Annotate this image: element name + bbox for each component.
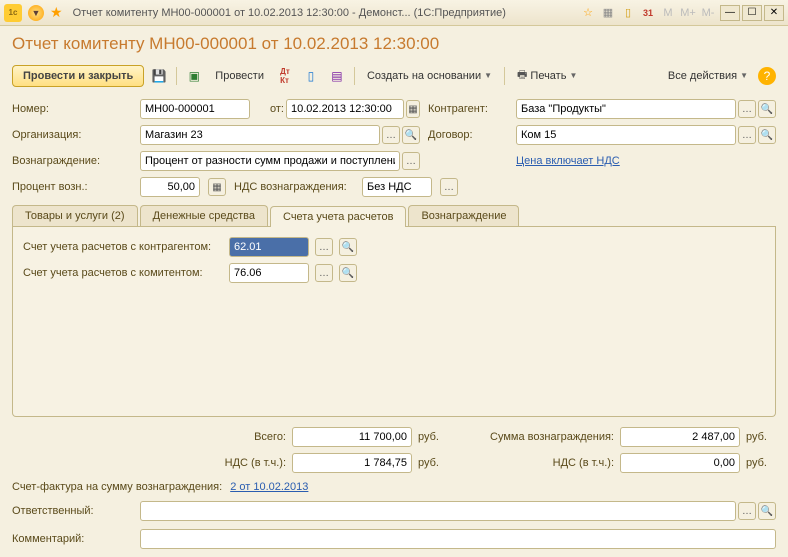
tabs: Товары и услуги (2) Денежные средства Сч…: [12, 205, 776, 227]
nav-back-button[interactable]: ▼: [28, 5, 44, 21]
price-includes-vat-link[interactable]: Цена включает НДС: [516, 155, 620, 167]
tab-fee[interactable]: Вознаграждение: [408, 205, 519, 226]
post-and-close-button[interactable]: Провести и закрыть: [12, 65, 144, 87]
vat2-input[interactable]: [620, 453, 740, 473]
search-icon[interactable]: 🔍: [339, 238, 357, 256]
total-input[interactable]: [292, 427, 412, 447]
print-button[interactable]: 🖶Печать▼: [511, 62, 583, 89]
contract-input[interactable]: [516, 125, 736, 145]
search-icon[interactable]: 🔍: [339, 264, 357, 282]
acct1-input[interactable]: [229, 237, 309, 257]
fee-sum-input[interactable]: [620, 427, 740, 447]
m-plus-button[interactable]: М+: [680, 5, 696, 21]
search-icon[interactable]: 🔍: [758, 126, 776, 144]
search-icon[interactable]: 🔍: [758, 502, 776, 520]
grid-icon[interactable]: ▦: [600, 5, 616, 21]
responsible-input[interactable]: [140, 501, 736, 521]
acct2-label: Счет учета расчетов с комитентом:: [23, 267, 223, 279]
comment-label: Комментарий:: [12, 533, 132, 545]
comment-input[interactable]: [140, 529, 776, 549]
tab-accounts[interactable]: Счета учета расчетов: [270, 206, 406, 227]
search-icon[interactable]: 🔍: [402, 126, 420, 144]
window-title: Отчет комитенту МН00-000001 от 10.02.201…: [67, 7, 578, 19]
list-icon[interactable]: ▤: [326, 65, 348, 87]
search-icon[interactable]: 🔍: [758, 100, 776, 118]
select-icon[interactable]: …: [738, 100, 756, 118]
calc-icon[interactable]: ▯: [620, 5, 636, 21]
favorite-icon[interactable]: ★: [50, 4, 63, 21]
calendar-picker-icon[interactable]: ▦: [406, 100, 420, 118]
doc-icon[interactable]: ▯: [300, 65, 322, 87]
total-label: Всего:: [196, 431, 286, 443]
minimize-button[interactable]: —: [720, 5, 740, 21]
invoice-label: Счет-фактура на сумму вознаграждения:: [12, 481, 222, 493]
toolbar: Провести и закрыть 💾 ▣ Провести ДтКт ▯ ▤…: [12, 62, 776, 89]
post-button[interactable]: Провести: [209, 66, 270, 86]
post-icon[interactable]: ▣: [183, 65, 205, 87]
tab-body: Счет учета расчетов с контрагентом: … 🔍 …: [12, 227, 776, 417]
select-icon[interactable]: …: [382, 126, 400, 144]
vat-input[interactable]: [292, 453, 412, 473]
select-icon[interactable]: …: [315, 238, 333, 256]
vat-fee-input[interactable]: [362, 177, 432, 197]
tab-goods[interactable]: Товары и услуги (2): [12, 205, 138, 226]
vat2-label: НДС (в т.ч.):: [454, 457, 614, 469]
dtkt-icon[interactable]: ДтКт: [274, 65, 296, 87]
calendar-icon[interactable]: 31: [640, 5, 656, 21]
fee-sum-label: Сумма вознаграждения:: [454, 431, 614, 443]
select-icon[interactable]: …: [315, 264, 333, 282]
titlebar: 1c ▼ ★ Отчет комитенту МН00-000001 от 10…: [0, 0, 788, 26]
fee-label: Вознаграждение:: [12, 155, 132, 167]
fee-input[interactable]: [140, 151, 400, 171]
number-label: Номер:: [12, 103, 132, 115]
page-title: Отчет комитенту МН00-000001 от 10.02.201…: [12, 34, 776, 54]
calc-icon[interactable]: ▦: [208, 178, 226, 196]
create-based-button[interactable]: Создать на основании▼: [361, 66, 498, 86]
all-actions-button[interactable]: Все действия▼: [662, 66, 754, 86]
app-icon: 1c: [4, 4, 22, 22]
select-icon[interactable]: …: [402, 152, 420, 170]
star-icon[interactable]: ☆: [580, 5, 596, 21]
contract-label: Договор:: [428, 129, 508, 141]
select-icon[interactable]: …: [738, 502, 756, 520]
responsible-label: Ответственный:: [12, 505, 132, 517]
vat-fee-label: НДС вознаграждения:: [234, 181, 354, 193]
help-icon[interactable]: ?: [758, 67, 776, 85]
vat-label: НДС (в т.ч.):: [196, 457, 286, 469]
invoice-link[interactable]: 2 от 10.02.2013: [230, 481, 308, 493]
select-icon[interactable]: …: [738, 126, 756, 144]
m-minus-button[interactable]: М-: [700, 5, 716, 21]
save-icon[interactable]: 💾: [148, 65, 170, 87]
counterparty-label: Контрагент:: [428, 103, 508, 115]
acct2-input[interactable]: [229, 263, 309, 283]
acct1-label: Счет учета расчетов с контрагентом:: [23, 241, 223, 253]
org-label: Организация:: [12, 129, 132, 141]
date-input[interactable]: [286, 99, 404, 119]
m-button[interactable]: М: [660, 5, 676, 21]
select-icon[interactable]: …: [440, 178, 458, 196]
close-button[interactable]: ✕: [764, 5, 784, 21]
maximize-button[interactable]: ☐: [742, 5, 762, 21]
rub-unit: руб.: [418, 431, 448, 443]
from-label: от:: [270, 103, 284, 115]
number-input[interactable]: [140, 99, 250, 119]
counterparty-input[interactable]: [516, 99, 736, 119]
percent-label: Процент возн.:: [12, 181, 132, 193]
org-input[interactable]: [140, 125, 380, 145]
tab-cash[interactable]: Денежные средства: [140, 205, 268, 226]
percent-input[interactable]: [140, 177, 200, 197]
